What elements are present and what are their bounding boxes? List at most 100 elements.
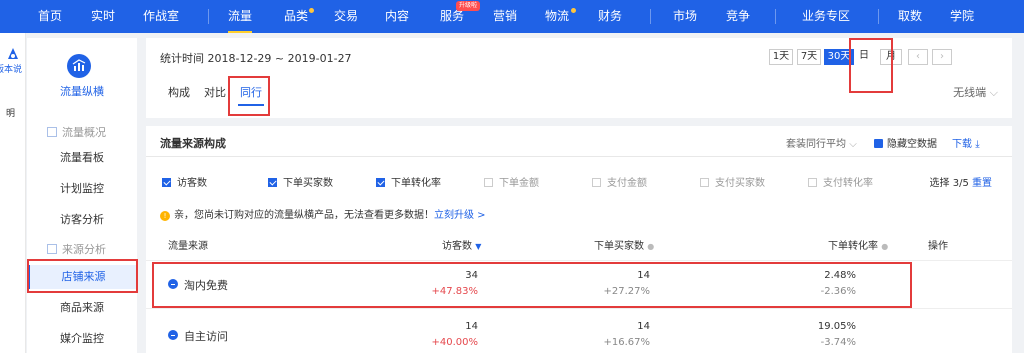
peer-average-label: 套装同行平均 [786, 139, 846, 150]
metric-checkbox-visitors[interactable]: 访客数 [162, 174, 207, 189]
column-label: 下单转化率 [828, 241, 878, 252]
highlight-box-row [152, 262, 912, 308]
highlight-box-peers-tab [228, 76, 270, 116]
column-header-visitors[interactable]: 访客数 ▼ [442, 237, 481, 252]
visitors-change: +40.00% [431, 337, 478, 348]
sidebar-item-traffic-board[interactable]: 流量看板 [27, 146, 137, 170]
checkbox-label: 支付买家数 [715, 178, 765, 189]
selection-count: 选择 3/5 重置 [930, 174, 992, 189]
hide-empty-label: 隐藏空数据 [887, 139, 937, 150]
date-range: 统计时间 2018-12-29 ~ 2019-01-27 [160, 52, 352, 65]
metric-checkbox-pay-rate[interactable]: 支付转化率 [808, 174, 873, 189]
notice-text: 亲，您尚未订购对应的流量纵横产品，无法查看更多数据！ [174, 210, 434, 221]
device-label: 无线端 [953, 86, 987, 99]
download-label: 下载 [952, 139, 972, 150]
metric-checkbox-order-buyers[interactable]: 下单买家数 [268, 174, 333, 189]
sidebar-group-source: 来源分析 [47, 241, 106, 257]
version-strip: 版本说 明 [0, 33, 26, 353]
nav-finance[interactable]: 财务 [598, 0, 622, 33]
traffic-chart-icon [67, 54, 91, 78]
warning-icon: ! [160, 211, 170, 221]
range-7day-button[interactable]: 7天 [797, 49, 821, 65]
tab-composition[interactable]: 构成 [168, 84, 190, 100]
checkbox-icon [162, 178, 171, 187]
nav-home[interactable]: 首页 [38, 0, 62, 33]
nav-traffic[interactable]: 流量 [228, 0, 253, 33]
metric-checkbox-order-rate[interactable]: 下单转化率 [376, 174, 441, 189]
column-label: 访客数 [442, 241, 472, 252]
sort-desc-icon: ▼ [475, 242, 482, 251]
hide-empty-toggle[interactable]: 隐藏空数据 [874, 135, 937, 150]
selection-count-label: 选择 3/5 [929, 178, 969, 189]
nav-competition[interactable]: 竞争 [726, 0, 750, 33]
checkbox-label: 下单转化率 [391, 178, 441, 189]
download-button[interactable]: 下载 ⤓ [952, 135, 980, 150]
checkbox-icon [808, 178, 817, 187]
source-group-icon [47, 244, 57, 254]
sidebar: 流量纵横 流量概况 流量看板 计划监控 访客分析 来源分析 店铺来源 商品来源 … [27, 38, 137, 353]
reset-link[interactable]: 重置 [972, 178, 992, 189]
download-icon: ⤓ [975, 139, 980, 150]
nav-market[interactable]: 市场 [673, 0, 697, 33]
row-divider [146, 308, 1012, 309]
checkbox-label: 支付转化率 [823, 178, 873, 189]
peer-average-select[interactable]: 套装同行平均 ⌵ [786, 135, 857, 150]
sidebar-item-plan-monitor[interactable]: 计划监控 [27, 177, 137, 201]
service-upgrade-badge: 升级啦 [456, 1, 481, 11]
sidebar-item-product-source[interactable]: 商品来源 [27, 296, 137, 320]
nav-marketing[interactable]: 营销 [493, 0, 517, 33]
header-divider [146, 260, 1012, 261]
column-header-source: 流量来源 [168, 241, 208, 252]
nav-category[interactable]: 品类 [284, 0, 308, 33]
nav-separator [775, 9, 776, 24]
checkbox-icon [700, 178, 709, 187]
nav-trade[interactable]: 交易 [334, 0, 358, 33]
range-1day-button[interactable]: 1天 [769, 49, 793, 65]
top-navigation: 首页 实时 作战室 流量 品类 交易 内容 服务 升级啦 营销 物流 财务 市场… [0, 0, 1024, 33]
upgrade-notice: ! 亲，您尚未订购对应的流量纵横产品，无法查看更多数据！立刻升级 > [160, 206, 486, 221]
order-rate-value: 19.05% [817, 321, 856, 332]
source-name: 自主访问 [184, 330, 228, 343]
category-dot-icon [309, 8, 314, 13]
nav-logistics[interactable]: 物流 [545, 0, 569, 33]
sidebar-group-overview: 流量概况 [47, 124, 106, 140]
checkbox-label: 支付金额 [607, 178, 647, 189]
column-header-order-buyers[interactable]: 下单买家数 ● [594, 237, 654, 252]
sidebar-item-visitor-analysis[interactable]: 访客分析 [27, 208, 137, 232]
group-label: 流量概况 [62, 126, 106, 139]
nav-separator [650, 9, 651, 24]
nav-academy[interactable]: 学院 [950, 0, 974, 33]
version-label[interactable]: 版本说 [0, 62, 25, 75]
checkbox-icon [376, 178, 385, 187]
visitors-value: 14 [465, 321, 478, 332]
nav-war-room[interactable]: 作战室 [143, 0, 179, 33]
expand-icon[interactable] [168, 330, 178, 340]
hide-empty-checkbox-icon [874, 139, 883, 148]
prev-button[interactable]: ‹ [908, 49, 928, 65]
nav-realtime[interactable]: 实时 [91, 0, 115, 33]
metric-checkbox-order-amount[interactable]: 下单金额 [484, 174, 539, 189]
chevron-down-icon: ⌵ [849, 139, 857, 150]
nav-separator [208, 9, 209, 24]
metric-checkbox-pay-amount[interactable]: 支付金额 [592, 174, 647, 189]
column-header-order-rate[interactable]: 下单转化率 ● [828, 237, 888, 252]
sidebar-item-media-monitor[interactable]: 媒介监控 [27, 327, 137, 351]
metric-checkbox-pay-buyers[interactable]: 支付买家数 [700, 174, 765, 189]
checkbox-icon [268, 178, 277, 187]
nav-content[interactable]: 内容 [385, 0, 409, 33]
logistics-dot-icon [571, 8, 576, 13]
group-label: 来源分析 [62, 243, 106, 256]
nav-business-zone[interactable]: 业务专区 [802, 0, 850, 33]
nav-fetch-data[interactable]: 取数 [898, 0, 922, 33]
checkbox-label: 下单买家数 [283, 178, 333, 189]
column-header-actions: 操作 [928, 241, 948, 252]
tab-compare[interactable]: 对比 [204, 84, 226, 100]
upgrade-link[interactable]: 立刻升级 > [434, 210, 486, 221]
device-select[interactable]: 无线端 ⌵ [953, 84, 998, 100]
sidebar-title: 流量纵横 [60, 85, 104, 98]
next-button[interactable]: › [932, 49, 952, 65]
order-rate-change: -3.74% [820, 337, 856, 348]
sort-icon: ● [647, 242, 655, 251]
chevron-down-icon: ⌵ [989, 86, 998, 99]
overview-group-icon [47, 127, 57, 137]
